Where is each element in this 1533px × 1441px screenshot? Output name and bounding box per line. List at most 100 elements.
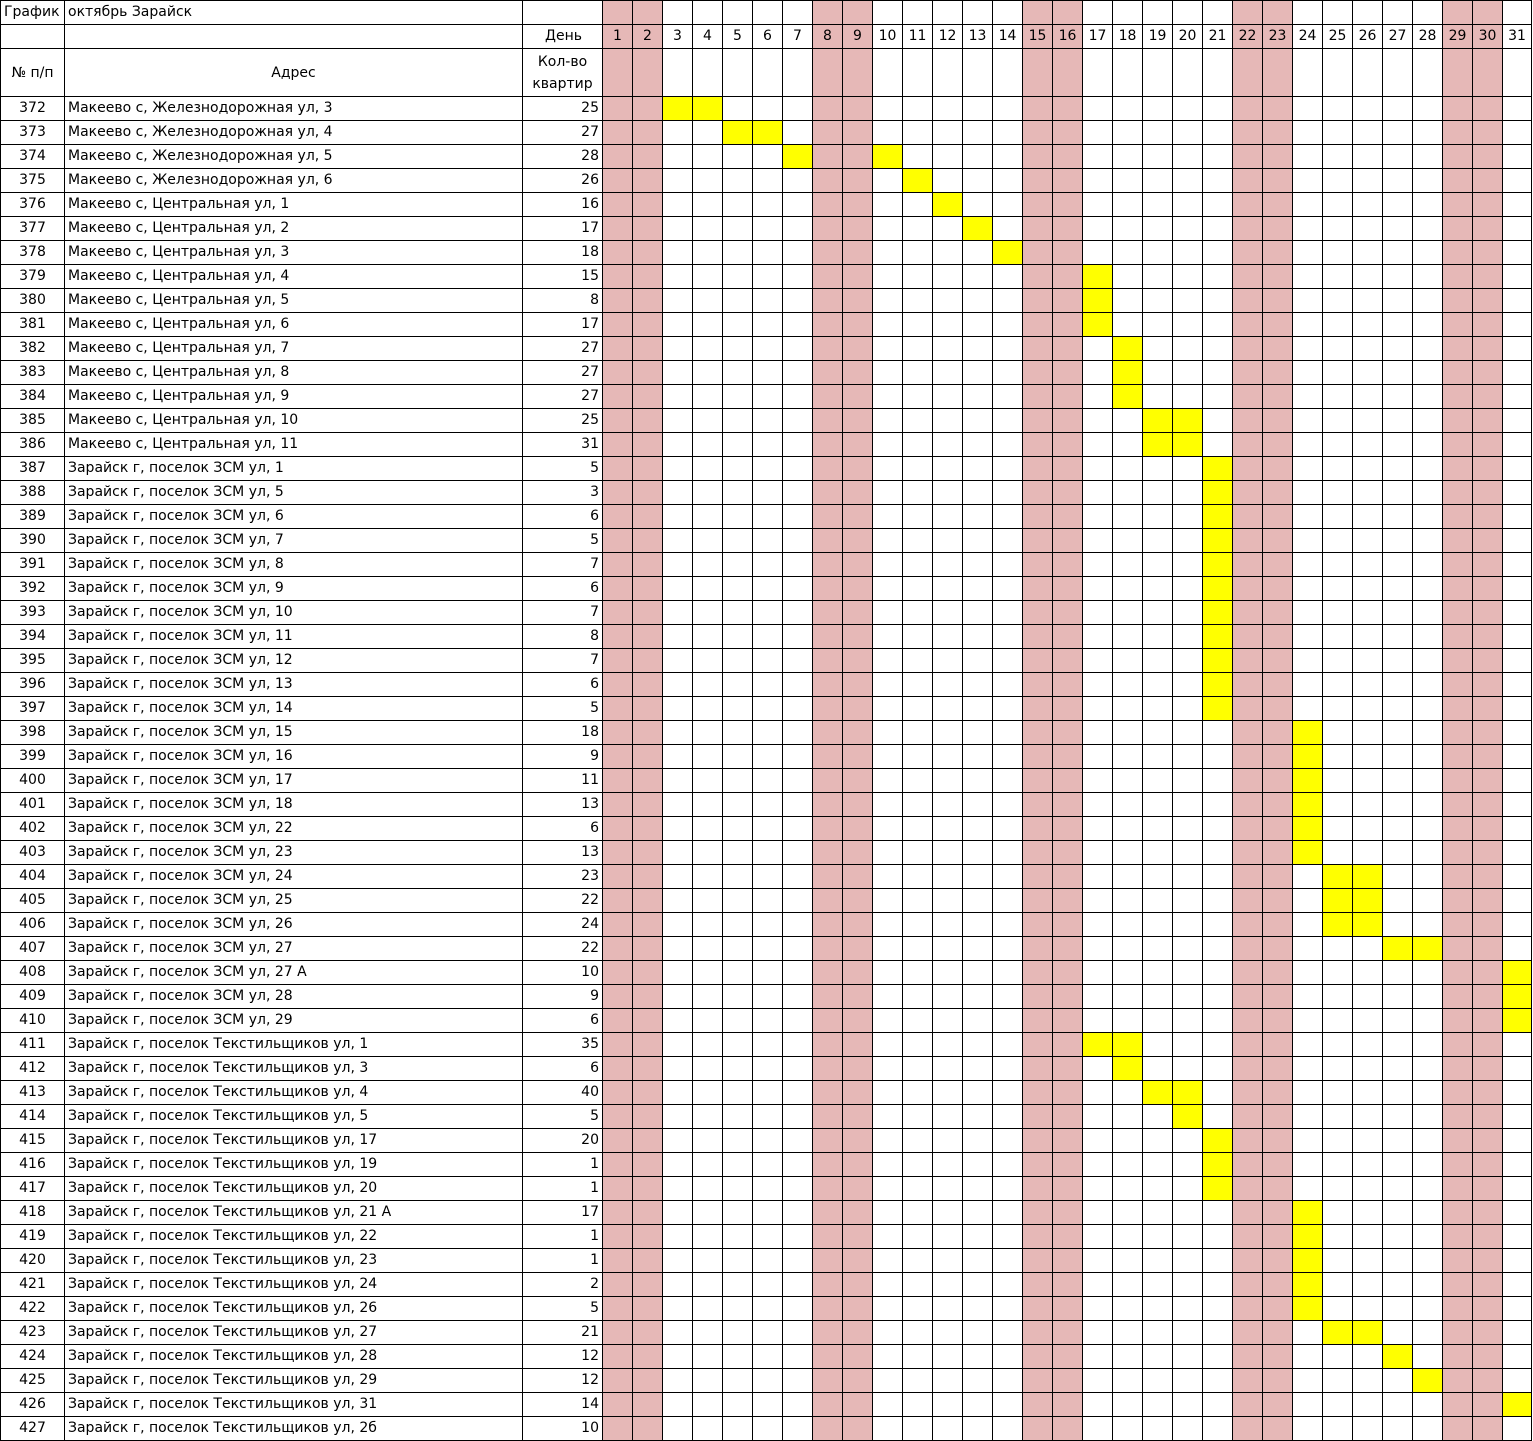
day-cell[interactable] — [992, 288, 1023, 313]
day-cell[interactable] — [1322, 552, 1353, 577]
day-cell[interactable] — [752, 216, 783, 241]
day-cell[interactable] — [1292, 384, 1323, 409]
day-cell[interactable] — [1142, 768, 1173, 793]
day-cell[interactable] — [1202, 96, 1233, 121]
weekend-day-cell[interactable] — [632, 288, 663, 313]
day-cell[interactable] — [992, 1104, 1023, 1129]
day-cell[interactable] — [932, 1296, 963, 1321]
day-cell[interactable] — [1142, 792, 1173, 817]
day-cell[interactable] — [752, 336, 783, 361]
day-cell[interactable] — [692, 456, 723, 481]
weekend-day-cell[interactable] — [1052, 1032, 1083, 1057]
weekend-day-cell[interactable] — [842, 1296, 873, 1321]
day-cell[interactable] — [752, 288, 783, 313]
day-cell[interactable] — [722, 264, 753, 289]
day-cell[interactable] — [1082, 456, 1113, 481]
weekend-day-cell[interactable] — [602, 768, 633, 793]
day-cell[interactable] — [752, 1416, 783, 1441]
apartments-count-cell[interactable]: 26 — [522, 168, 603, 193]
weekend-day-cell[interactable] — [1442, 864, 1473, 889]
scheduled-day-cell[interactable] — [932, 192, 963, 217]
day-cell[interactable] — [1082, 792, 1113, 817]
weekend-day-cell[interactable] — [1442, 1296, 1473, 1321]
day-cell[interactable] — [1172, 144, 1203, 169]
day-cell[interactable] — [1352, 1104, 1383, 1129]
day-cell[interactable] — [662, 1272, 693, 1297]
column-header-quantity[interactable]: Кол-во квартир — [522, 48, 603, 97]
day-cell[interactable] — [1112, 912, 1143, 937]
address-cell[interactable]: Зарайск г, поселок ЗСМ ул, 8 — [64, 552, 523, 577]
day-cell[interactable] — [932, 408, 963, 433]
day-cell[interactable] — [1352, 1272, 1383, 1297]
weekend-day-cell[interactable] — [1022, 1320, 1053, 1345]
day-cell[interactable] — [1142, 336, 1173, 361]
weekend-day-cell[interactable] — [632, 1056, 663, 1081]
weekend-day-cell[interactable] — [1442, 1392, 1473, 1417]
day-cell[interactable] — [1412, 600, 1443, 625]
apartments-count-cell[interactable]: 5 — [522, 1104, 603, 1129]
address-cell[interactable]: Макеево с, Железнодорожная ул, 5 — [64, 144, 523, 169]
day-cell[interactable] — [782, 1392, 813, 1417]
day-cell[interactable] — [1112, 216, 1143, 241]
weekend-day-cell[interactable] — [1022, 936, 1053, 961]
day-cell[interactable] — [1112, 624, 1143, 649]
day-cell[interactable] — [1202, 1248, 1233, 1273]
scheduled-day-cell[interactable] — [1112, 1056, 1143, 1081]
weekend-day-cell[interactable] — [632, 672, 663, 697]
weekend-day-cell[interactable] — [1472, 960, 1503, 985]
weekend-day-cell[interactable] — [1022, 840, 1053, 865]
title-left-cell[interactable]: График — [0, 0, 65, 25]
weekend-day-cell[interactable] — [1472, 552, 1503, 577]
weekend-day-cell[interactable] — [842, 696, 873, 721]
weekend-day-cell[interactable] — [1052, 864, 1083, 889]
scheduled-day-cell[interactable] — [1172, 408, 1203, 433]
row-number-cell[interactable]: 392 — [0, 576, 65, 601]
day-cell[interactable] — [902, 864, 933, 889]
day-cell[interactable] — [1382, 384, 1413, 409]
day-cell[interactable] — [872, 480, 903, 505]
scheduled-day-cell[interactable] — [1292, 1272, 1323, 1297]
day-cell[interactable] — [902, 1176, 933, 1201]
weekend-day-cell[interactable] — [842, 1080, 873, 1105]
weekend-day-cell[interactable] — [1472, 1344, 1503, 1369]
day-cell[interactable] — [692, 672, 723, 697]
weekend-day-cell[interactable] — [1472, 1056, 1503, 1081]
day-cell[interactable] — [662, 1104, 693, 1129]
day-cell[interactable] — [1172, 576, 1203, 601]
weekend-day-cell[interactable] — [1232, 528, 1263, 553]
day-cell[interactable] — [1502, 240, 1532, 265]
address-cell[interactable]: Зарайск г, поселок ЗСМ ул, 14 — [64, 696, 523, 721]
day-cell[interactable] — [1292, 936, 1323, 961]
weekend-day-cell[interactable] — [1022, 1104, 1053, 1129]
day-cell[interactable] — [692, 1368, 723, 1393]
day-cell[interactable] — [962, 1104, 993, 1129]
day-cell[interactable] — [1412, 1248, 1443, 1273]
day-blank-cell[interactable] — [722, 0, 753, 25]
day-cell[interactable] — [962, 600, 993, 625]
weekend-day-cell[interactable] — [632, 120, 663, 145]
weekend-day-cell[interactable] — [1472, 1128, 1503, 1153]
address-cell[interactable]: Зарайск г, поселок ЗСМ ул, 9 — [64, 576, 523, 601]
day-cell[interactable] — [722, 912, 753, 937]
day-cell[interactable] — [872, 576, 903, 601]
day-cell[interactable] — [992, 1320, 1023, 1345]
day-cell[interactable] — [1082, 552, 1113, 577]
day-blank-cell[interactable] — [1202, 0, 1233, 25]
day-cell[interactable] — [1082, 1416, 1113, 1441]
day-cell[interactable] — [1292, 1368, 1323, 1393]
day-cell[interactable] — [662, 312, 693, 337]
day-cell[interactable] — [662, 1176, 693, 1201]
day-cell[interactable] — [1082, 528, 1113, 553]
day-cell[interactable] — [872, 360, 903, 385]
day-cell[interactable] — [1202, 408, 1233, 433]
day-cell[interactable] — [1412, 648, 1443, 673]
day-blank-cell[interactable] — [992, 0, 1023, 25]
weekend-day-cell[interactable] — [1472, 432, 1503, 457]
day-cell[interactable] — [662, 384, 693, 409]
day-cell[interactable] — [1082, 1080, 1113, 1105]
day-cell[interactable] — [692, 384, 723, 409]
day-cell[interactable] — [992, 1200, 1023, 1225]
day-cell[interactable] — [1172, 216, 1203, 241]
scheduled-day-cell[interactable] — [1502, 1392, 1532, 1417]
day-cell[interactable] — [962, 888, 993, 913]
